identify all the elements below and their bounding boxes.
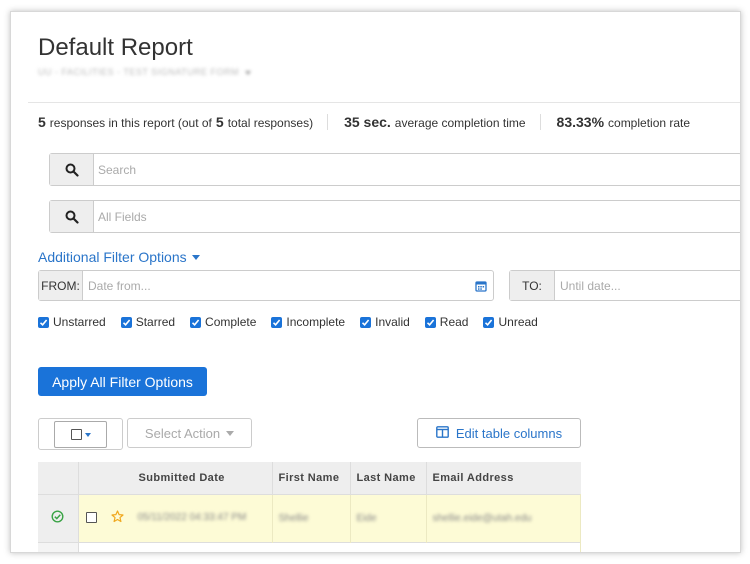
star-icon[interactable]: [110, 510, 124, 526]
column-header[interactable]: Last Name: [350, 462, 427, 494]
responses-stat: 5 responses in this report (out of 5 tot…: [38, 114, 327, 130]
report-stats: 5 responses in this report (out of 5 tot…: [38, 111, 704, 133]
columns-icon: [435, 425, 449, 441]
apply-filters-button[interactable]: Apply All Filter Options: [38, 367, 207, 396]
search-bar: [49, 153, 740, 186]
filter-read[interactable]: Read: [424, 315, 469, 329]
checkbox-checked-icon[interactable]: [424, 316, 436, 328]
responses-count: 5: [38, 114, 46, 130]
select-all-checkbox[interactable]: [70, 429, 82, 440]
filter-label: Complete: [205, 315, 257, 329]
checkbox-checked-icon[interactable]: [120, 316, 132, 328]
status-cell: [38, 493, 79, 542]
table-row[interactable]: [38, 541, 581, 552]
responses-text-b: total responses): [227, 116, 314, 130]
filter-complete[interactable]: Complete: [190, 315, 256, 329]
first-name-cell: Shellie: [272, 493, 351, 542]
table-header-row: Submitted Date First Name Last Name Emai…: [38, 462, 581, 494]
email-address: shellie.eide@utah.edu: [432, 513, 532, 524]
filter-label: Invalid: [375, 315, 410, 329]
row-cell: [78, 541, 581, 552]
status-column-header: [38, 462, 79, 494]
select-action-dropdown[interactable]: Select Action: [127, 418, 252, 448]
checkbox-checked-icon[interactable]: [360, 316, 372, 328]
form-name: UU - FACILITIES - TEST SIGNATURE FORM: [38, 67, 240, 77]
filter-label: Unread: [498, 315, 538, 329]
status-filters: Unstarred Starred Complete Incomplete In…: [38, 315, 553, 329]
avg-time-label: average completion time: [394, 116, 526, 130]
bulk-select-group: [38, 418, 123, 450]
to-label: TO:: [510, 271, 555, 300]
checkbox-checked-icon[interactable]: [271, 316, 283, 328]
caret-down-icon: [84, 432, 91, 437]
search-input[interactable]: [94, 154, 740, 185]
row-checkbox[interactable]: [85, 512, 97, 524]
check-circle-icon: [51, 510, 64, 526]
column-header[interactable]: First Name: [272, 462, 351, 494]
status-cell: [38, 541, 79, 552]
page-title: Default Report: [38, 34, 193, 61]
filter-unread[interactable]: Unread: [483, 315, 538, 329]
responses-table: Submitted Date First Name Last Name Emai…: [38, 462, 581, 552]
report-window: Default Report UU - FACILITIES - TEST SI…: [10, 11, 741, 553]
last-name: Eide: [356, 513, 377, 524]
date-to-group: TO:: [509, 270, 740, 301]
avg-time-stat: 35 sec. average completion time: [327, 114, 539, 130]
bulk-select-dropdown[interactable]: [54, 421, 107, 448]
submitted-date: 05/11/2022 04:33:47 PM: [137, 512, 247, 524]
calendar-icon[interactable]: [469, 271, 493, 300]
divider: [28, 102, 740, 103]
caret-down-icon: [191, 254, 200, 260]
filter-incomplete[interactable]: Incomplete: [271, 315, 345, 329]
last-name-cell: Eide: [350, 493, 427, 542]
select-action-label: Select Action: [144, 425, 221, 441]
filter-label: Incomplete: [286, 315, 346, 329]
filter-starred[interactable]: Starred: [120, 315, 176, 329]
date-to-input[interactable]: [555, 271, 740, 300]
edit-columns-label: Edit table columns: [455, 425, 563, 441]
column-header[interactable]: Email Address: [426, 462, 581, 494]
filter-link-label: Additional Filter Options: [38, 249, 187, 265]
from-label: FROM:: [39, 271, 83, 300]
responses-text-a: responses in this report (out of: [49, 116, 212, 130]
additional-filter-options-link[interactable]: Additional Filter Options: [38, 249, 200, 265]
fields-search-bar: [49, 200, 740, 233]
filter-label: Unstarred: [53, 315, 106, 329]
checkbox-checked-icon[interactable]: [190, 316, 202, 328]
date-from-group: FROM:: [38, 270, 494, 301]
filter-label: Starred: [135, 315, 176, 329]
email-cell: shellie.eide@utah.edu: [426, 493, 581, 542]
total-count: 5: [215, 114, 224, 130]
filter-label: Read: [439, 315, 469, 329]
completion-rate-label: completion rate: [608, 116, 691, 130]
table-row[interactable]: 05/11/2022 04:33:47 PM Shellie Eide shel…: [38, 493, 581, 542]
filter-invalid[interactable]: Invalid: [360, 315, 410, 329]
completion-rate-stat: 83.33% completion rate: [539, 114, 705, 130]
chevron-down-icon: [245, 70, 252, 75]
completion-rate-value: 83.33%: [556, 114, 605, 130]
column-header[interactable]: Submitted Date: [78, 462, 273, 494]
caret-down-icon: [226, 430, 235, 436]
form-selector[interactable]: UU - FACILITIES - TEST SIGNATURE FORM: [38, 67, 252, 77]
filter-unstarred[interactable]: Unstarred: [38, 315, 106, 329]
first-name: Shellie: [278, 513, 309, 524]
avg-time-value: 35 sec.: [344, 114, 391, 130]
search-icon[interactable]: [50, 154, 94, 185]
checkbox-checked-icon[interactable]: [38, 316, 49, 328]
submitted-cell: 05/11/2022 04:33:47 PM: [78, 493, 273, 542]
edit-table-columns-button[interactable]: Edit table columns: [417, 418, 581, 448]
checkbox-checked-icon[interactable]: [483, 316, 495, 328]
fields-search-input[interactable]: [94, 201, 740, 232]
date-from-input[interactable]: [83, 271, 469, 300]
search-icon[interactable]: [50, 201, 94, 232]
